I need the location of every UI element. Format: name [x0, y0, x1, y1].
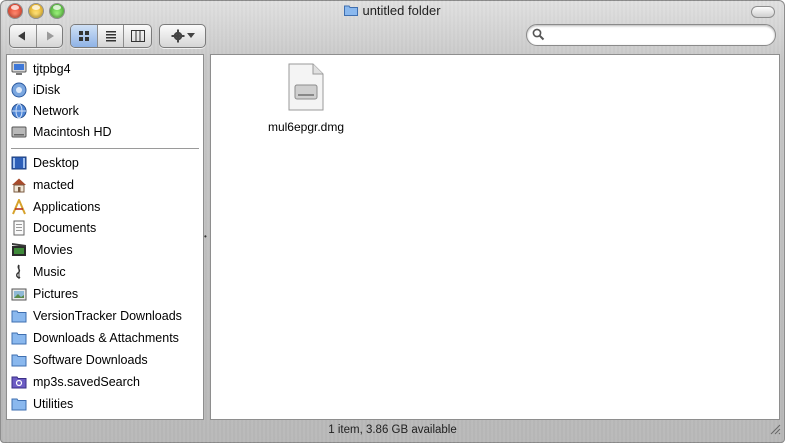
idisk-icon	[11, 82, 27, 98]
nav-buttons	[9, 24, 63, 48]
sidebar-item-downloads-attachments[interactable]: Downloads & Attachments	[7, 328, 203, 348]
sidebar-item-applications[interactable]: Applications	[7, 197, 203, 217]
network-icon	[11, 103, 27, 119]
window-title-text: untitled folder	[362, 3, 441, 18]
desktop-icon	[11, 155, 27, 171]
sidebar-item-pictures[interactable]: Pictures	[7, 284, 203, 304]
sidebar-item-label: tjtpbg4	[33, 62, 71, 76]
folder-icon	[11, 330, 27, 346]
sidebar-item-label: Macintosh HD	[33, 125, 112, 139]
list-view-button[interactable]	[98, 25, 125, 47]
sidebar-item-label: Pictures	[33, 287, 79, 301]
hard-drive-icon	[11, 124, 27, 140]
sidebar-item-idisk[interactable]: iDisk	[7, 80, 203, 100]
list-view-icon	[105, 31, 116, 42]
sidebar-item-label: Documents	[33, 221, 97, 235]
folder-icon	[11, 308, 27, 324]
chevron-down-icon	[186, 33, 195, 38]
sidebar-item-label: VersionTracker Downloads	[33, 309, 182, 323]
sidebar-item-macintosh-hd[interactable]: Macintosh HD	[7, 122, 203, 142]
sidebar-item-label: macted	[33, 178, 74, 192]
back-arrow-icon	[17, 31, 25, 41]
gear-icon	[171, 29, 184, 43]
applications-icon	[11, 199, 27, 215]
sidebar-divider	[11, 148, 199, 149]
sidebar-item-label: Utilities	[33, 397, 74, 411]
icon-view-button[interactable]	[71, 25, 98, 47]
sidebar-item-versiontracker-downloads[interactable]: VersionTracker Downloads	[7, 306, 203, 326]
search-input[interactable]	[549, 27, 763, 42]
status-bar: 1 item, 3.86 GB available	[0, 420, 785, 440]
sidebar-item-computer[interactable]: tjtpbg4	[7, 59, 203, 79]
sidebar-item-label: Music	[33, 265, 66, 279]
search-icon	[532, 28, 545, 46]
music-icon	[11, 264, 27, 280]
forward-button[interactable]	[37, 25, 63, 47]
sidebar-item-label: Desktop	[33, 156, 79, 170]
action-menu-button[interactable]	[159, 24, 206, 48]
view-mode-buttons	[70, 24, 152, 48]
sidebar-item-home[interactable]: macted	[7, 175, 203, 195]
status-text: 1 item, 3.86 GB available	[328, 424, 457, 436]
sidebar-item-music[interactable]: Music	[7, 262, 203, 282]
folder-icon	[344, 4, 359, 16]
sidebar-item-label: Applications	[33, 200, 101, 214]
sidebar-item-desktop[interactable]: Desktop	[7, 153, 203, 173]
disk-image-icon	[288, 63, 324, 111]
folder-icon	[11, 396, 27, 412]
home-icon	[11, 177, 27, 193]
toolbar-toggle-button[interactable]	[751, 6, 775, 18]
smart-folder-icon	[11, 374, 27, 390]
file-item[interactable]: mul6epgr.dmg	[251, 63, 361, 134]
sidebar-item-documents[interactable]: Documents	[7, 218, 203, 238]
sidebar-item-network[interactable]: Network	[7, 101, 203, 121]
splitter-handle-icon: •	[204, 232, 207, 241]
pictures-icon	[11, 286, 27, 302]
title-bar[interactable]: untitled folder	[0, 0, 785, 22]
forward-arrow-icon	[47, 31, 55, 41]
file-name: mul6epgr.dmg	[267, 120, 345, 134]
column-view-icon	[130, 30, 145, 42]
sidebar: tjtpbg4 iDisk Network Macintosh HD Deskt…	[6, 54, 204, 420]
computer-icon	[11, 61, 27, 77]
sidebar-item-label: Movies	[33, 243, 73, 257]
finder-window: untitled folder tjtpbg4 iDisk Network Ma…	[0, 0, 785, 443]
documents-icon	[11, 220, 27, 236]
file-browser-pane[interactable]: mul6epgr.dmg	[210, 54, 780, 420]
search-field[interactable]	[526, 24, 776, 46]
folder-icon	[11, 352, 27, 368]
sidebar-item-label: mp3s.savedSearch	[33, 375, 141, 389]
movies-icon	[11, 242, 27, 258]
column-view-button[interactable]	[124, 25, 151, 47]
sidebar-item-utilities[interactable]: Utilities	[7, 394, 203, 414]
sidebar-item-label: Software Downloads	[33, 353, 148, 367]
resize-grip-icon[interactable]	[769, 422, 781, 440]
sidebar-item-label: Network	[33, 104, 79, 118]
sidebar-item-label: Downloads & Attachments	[33, 331, 179, 345]
sidebar-item-movies[interactable]: Movies	[7, 240, 203, 260]
action-button-inner[interactable]	[160, 25, 205, 47]
sidebar-item-label: iDisk	[33, 83, 61, 97]
sidebar-item-saved-search[interactable]: mp3s.savedSearch	[7, 372, 203, 392]
back-button[interactable]	[10, 25, 37, 47]
sidebar-splitter[interactable]: •	[203, 54, 209, 418]
sidebar-item-software-downloads[interactable]: Software Downloads	[7, 350, 203, 370]
icon-view-icon	[78, 31, 89, 41]
window-title: untitled folder	[0, 3, 785, 18]
